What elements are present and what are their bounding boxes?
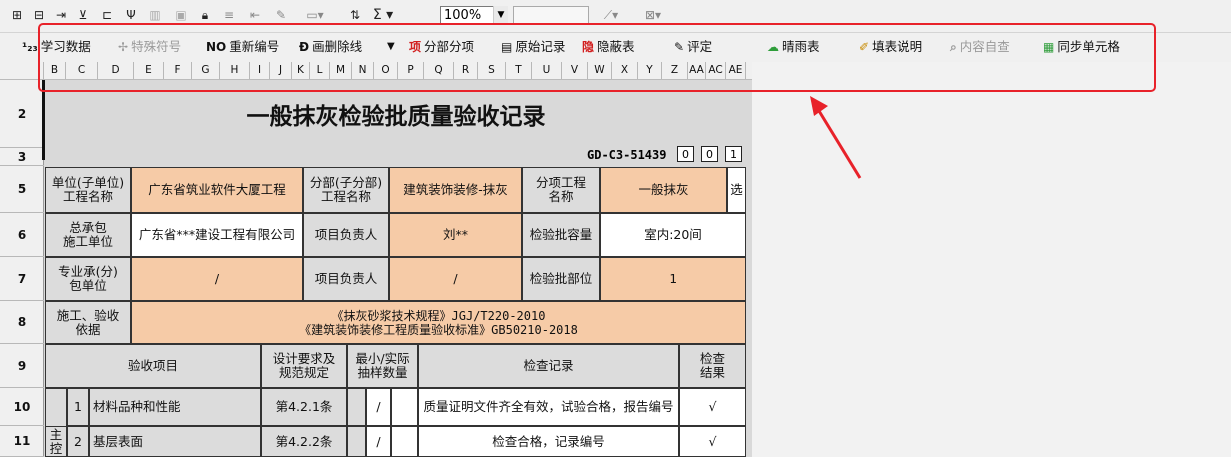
- check-item: 基层表面: [89, 426, 261, 457]
- code-box[interactable]: 0: [701, 146, 718, 162]
- form-code: GD-C3-51439: [587, 148, 667, 162]
- row-no: 1: [67, 388, 89, 426]
- split-icon[interactable]: ⊏: [98, 7, 116, 23]
- unit-label: 单位(子单位) 工程名称: [45, 167, 131, 213]
- row-header[interactable]: 8: [0, 301, 44, 344]
- capacity-value[interactable]: 室内:20间: [600, 213, 746, 257]
- min-sample[interactable]: [347, 388, 366, 426]
- spec-ref: 第4.2.2条: [261, 426, 347, 457]
- row-header-bar: 2 3 5 6 7 8 9 10 11: [0, 80, 44, 457]
- color-icon[interactable]: ⊠▾: [638, 7, 668, 23]
- actual-sample[interactable]: /: [366, 426, 391, 457]
- header-spec: 设计要求及 规范规定: [261, 344, 347, 388]
- line-style-icon[interactable]: ⟋▾: [596, 7, 626, 23]
- header-result: 检查 结果: [679, 344, 746, 388]
- part-value[interactable]: 建筑装饰装修-抹灰: [389, 167, 522, 213]
- select-button[interactable]: 选: [727, 167, 746, 213]
- row-header[interactable]: 2: [0, 80, 44, 148]
- sub-pm-value[interactable]: /: [389, 257, 522, 301]
- save-icon[interactable]: ▣: [172, 7, 190, 23]
- split-cell-icon[interactable]: Ψ: [122, 7, 140, 23]
- sort-icon[interactable]: ⇅: [346, 7, 364, 23]
- header-record: 检查记录: [418, 344, 679, 388]
- add-row-icon[interactable]: ⇥: [52, 7, 70, 23]
- item-label: 分项工程 名称: [522, 167, 600, 213]
- main-control-label: 主控: [45, 426, 67, 457]
- insert-col-icon[interactable]: ⊟: [30, 7, 48, 23]
- lock-icon[interactable]: 🔒︎: [196, 7, 214, 23]
- basis-value[interactable]: 《抹灰砂浆技术规程》JGJ/T220-2010 《建筑装饰装修工程质量验收标准》…: [131, 301, 746, 344]
- unit-value[interactable]: 广东省筑业软件大厦工程: [131, 167, 303, 213]
- indent-icon[interactable]: ⇤: [246, 7, 264, 23]
- part-label: 分部(子分部) 工程名称: [303, 167, 389, 213]
- check-record[interactable]: 检查合格，记录编号: [418, 426, 679, 457]
- pm-value[interactable]: 刘**: [389, 213, 522, 257]
- check-result[interactable]: √: [679, 388, 746, 426]
- chevron-down-icon[interactable]: ▼: [493, 6, 508, 24]
- basis-label: 施工、验收 依据: [45, 301, 131, 344]
- row-header[interactable]: 3: [0, 148, 44, 166]
- merge-icon[interactable]: ⊻: [74, 7, 92, 23]
- format-painter-icon[interactable]: ✎: [272, 7, 290, 23]
- line-style-select[interactable]: [513, 6, 589, 24]
- border-icon[interactable]: ▭▾: [302, 7, 328, 23]
- insert-row-icon[interactable]: ⊞: [8, 7, 26, 23]
- sum-icon[interactable]: Σ ▾: [368, 7, 398, 23]
- sample-extra[interactable]: [391, 388, 418, 426]
- arrow-icon: [810, 96, 862, 179]
- pm-label: 项目负责人: [303, 213, 389, 257]
- row-no: 2: [67, 426, 89, 457]
- capacity-label: 检验批容量: [522, 213, 600, 257]
- contractor-label: 总承包 施工单位: [45, 213, 131, 257]
- print-icon[interactable]: ▥: [146, 7, 164, 23]
- line-spacing-icon[interactable]: ≡: [220, 7, 238, 23]
- check-result[interactable]: √: [679, 426, 746, 457]
- actual-sample[interactable]: /: [366, 388, 391, 426]
- sample-extra[interactable]: [391, 426, 418, 457]
- row-header[interactable]: 5: [0, 166, 44, 213]
- row-header[interactable]: 6: [0, 213, 44, 257]
- contractor-value[interactable]: 广东省***建设工程有限公司: [131, 213, 303, 257]
- check-record[interactable]: 质量证明文件齐全有效，试验合格，报告编号: [418, 388, 679, 426]
- min-sample[interactable]: [347, 426, 366, 457]
- batch-part-label: 检验批部位: [522, 257, 600, 301]
- subcontractor-value[interactable]: /: [131, 257, 303, 301]
- header-check-item: 验收项目: [45, 344, 261, 388]
- check-item: 材料品种和性能: [89, 388, 261, 426]
- header-sample: 最小/实际 抽样数量: [347, 344, 418, 388]
- spec-ref: 第4.2.1条: [261, 388, 347, 426]
- item-value[interactable]: 一般抹灰: [600, 167, 727, 213]
- row-header[interactable]: 11: [0, 426, 44, 457]
- row-header[interactable]: 9: [0, 344, 44, 388]
- row-header[interactable]: 7: [0, 257, 44, 301]
- batch-part-value[interactable]: 1: [600, 257, 746, 301]
- highlight-box: [38, 23, 1156, 92]
- row-header[interactable]: 10: [0, 388, 44, 426]
- sub-pm-label: 项目负责人: [303, 257, 389, 301]
- subcontractor-label: 专业承(分) 包单位: [45, 257, 131, 301]
- numbers-icon: ¹₂₃: [22, 40, 38, 54]
- code-box[interactable]: 0: [677, 146, 694, 162]
- code-box[interactable]: 1: [725, 146, 742, 162]
